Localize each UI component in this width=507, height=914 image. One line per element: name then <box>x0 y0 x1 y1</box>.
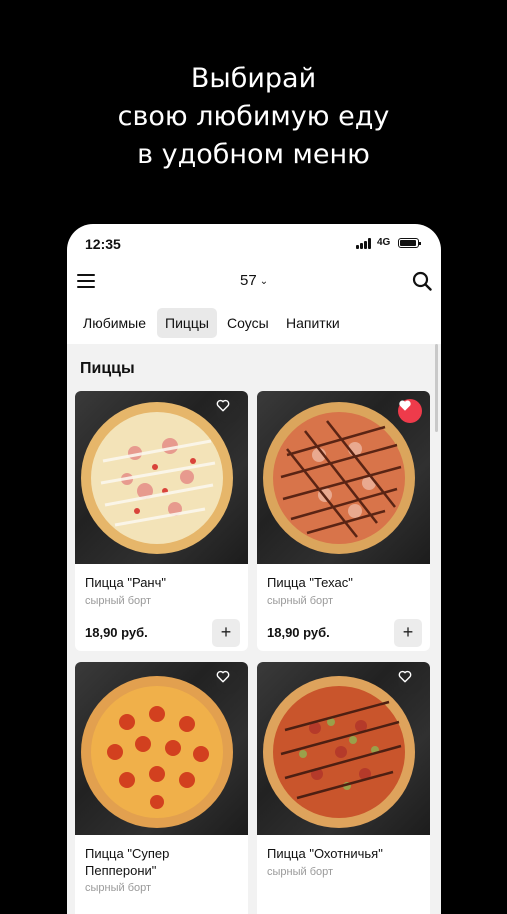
product-card[interactable]: Пицца "Техас" сырный борт 18,90 руб. + <box>257 391 430 651</box>
product-image <box>257 391 430 564</box>
phone-screen: 12:35 4G 57 ⌄ Любимые Пиццы Соусы Напитки… <box>67 224 441 914</box>
product-subtitle: сырный борт <box>85 882 152 894</box>
product-price: 18,90 руб. <box>267 625 330 640</box>
product-name: Пицца "Охотничья" <box>267 846 383 861</box>
product-image <box>75 662 248 835</box>
promo-line-1: Выбирай <box>190 63 317 94</box>
status-time: 12:35 <box>85 236 121 252</box>
scrollbar[interactable] <box>435 344 438 432</box>
chevron-down-icon: ⌄ <box>259 276 269 287</box>
menu-content[interactable]: Пиццы Пицца "Ранч" сырный борт 18,90 руб… <box>67 344 441 914</box>
promo-line-3: в удобном меню <box>137 139 370 170</box>
location-selector-value: 57 <box>240 272 257 289</box>
promo-line-2: свою любимую еду <box>117 101 390 132</box>
product-subtitle: сырный борт <box>267 595 334 607</box>
section-title: Пиццы <box>80 360 135 377</box>
location-selector[interactable]: 57 ⌄ <box>240 272 268 289</box>
product-card[interactable]: Пицца "Охотничья" сырный борт <box>257 662 430 914</box>
tab-sauces[interactable]: Соусы <box>219 308 277 338</box>
heart-icon <box>216 670 230 683</box>
menu-icon[interactable] <box>77 274 95 288</box>
add-to-cart-button[interactable]: + <box>212 619 240 647</box>
favorite-button[interactable] <box>216 399 240 423</box>
product-image <box>257 662 430 835</box>
product-subtitle: сырный борт <box>85 595 152 607</box>
product-name: Пицца "Ранч" <box>85 575 166 590</box>
promo-headline: Выбирай свою любимую еду в удобном меню <box>0 60 507 174</box>
product-subtitle: сырный борт <box>267 866 334 878</box>
plus-icon: + <box>402 622 414 642</box>
product-price: 18,90 руб. <box>85 625 148 640</box>
battery-icon <box>398 238 421 248</box>
plus-icon: + <box>220 622 232 642</box>
tab-favorites[interactable]: Любимые <box>75 308 154 338</box>
heart-filled-icon <box>399 400 411 411</box>
app-bar: 57 ⌄ <box>67 264 441 304</box>
search-icon[interactable] <box>412 271 432 291</box>
heart-icon <box>216 399 230 412</box>
product-card[interactable]: Пицца "Ранч" сырный борт 18,90 руб. + <box>75 391 248 651</box>
favorite-button[interactable] <box>216 670 240 694</box>
favorite-button[interactable] <box>398 670 422 694</box>
product-card[interactable]: Пицца "Супер Пепперони" сырный борт <box>75 662 248 914</box>
status-bar: 12:35 4G <box>67 224 441 264</box>
product-name: Пицца "Техас" <box>267 575 353 590</box>
product-name: Пицца "Супер Пепперони" <box>85 846 170 878</box>
heart-icon <box>398 670 412 683</box>
network-type: 4G <box>377 237 391 248</box>
add-to-cart-button[interactable]: + <box>394 619 422 647</box>
tab-drinks[interactable]: Напитки <box>278 308 348 338</box>
tab-pizzas[interactable]: Пиццы <box>157 308 217 338</box>
favorite-button[interactable] <box>398 399 422 423</box>
product-image <box>75 391 248 564</box>
